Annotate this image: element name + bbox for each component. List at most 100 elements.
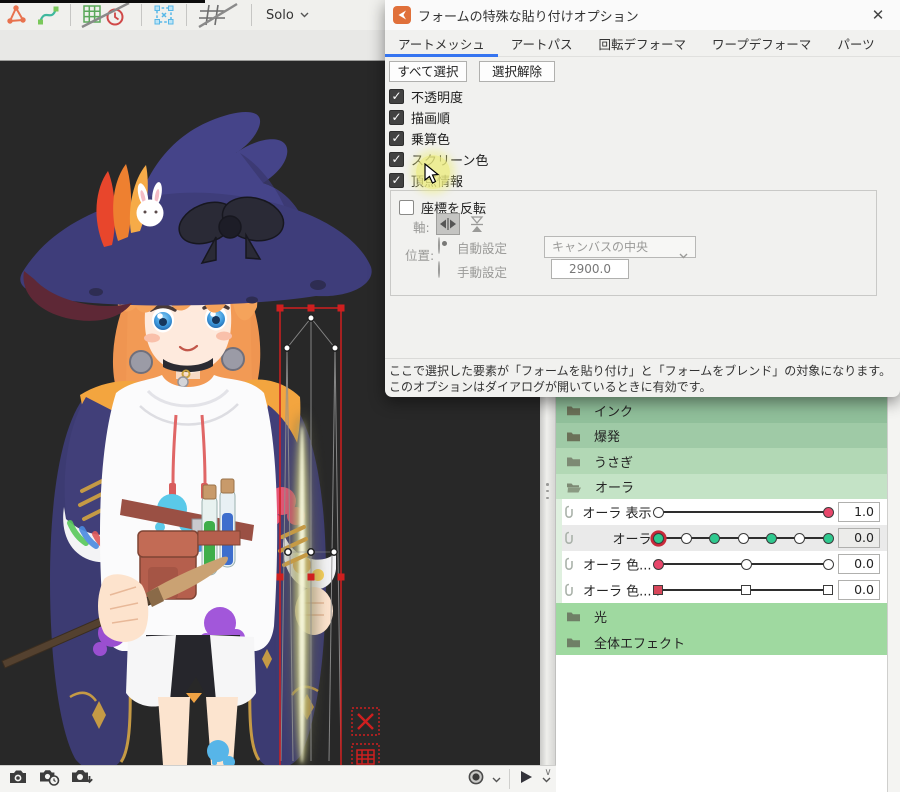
slider-knob[interactable]: [823, 533, 834, 544]
folder-open-icon: [566, 481, 582, 493]
slider-knob[interactable]: [653, 533, 664, 544]
tab-warp-deformer[interactable]: ワープデフォーマ: [699, 30, 824, 56]
param-value-input[interactable]: 0.0: [838, 554, 880, 574]
toolbar-separator: [70, 4, 71, 26]
param-row-aura-color-1[interactable]: オーラ 色... : 0.0: [556, 551, 887, 577]
slider-knob[interactable]: [766, 533, 777, 544]
radio-auto[interactable]: [438, 238, 440, 253]
record-icon[interactable]: [468, 769, 484, 789]
play-icon[interactable]: [518, 769, 534, 789]
slider-knob[interactable]: [794, 533, 805, 544]
checkbox-draw-order[interactable]: 描画順: [389, 109, 450, 126]
param-row-aura-color-2[interactable]: オーラ 色... : 0.0: [556, 577, 887, 603]
param-row-aura-visible[interactable]: オーラ 表示 : 1.0: [556, 499, 887, 525]
select-all-button[interactable]: すべて選択: [389, 61, 467, 82]
toolbar-separator: [251, 4, 252, 26]
layer-folder-explosion[interactable]: 爆発: [556, 423, 887, 448]
dialog-footer-note: ここで選択した要素が「フォームを貼り付け」と「フォームをブレンド」の対象になりま…: [385, 358, 900, 397]
camera-export-icon[interactable]: [70, 768, 94, 790]
chevron-down-icon: [679, 245, 688, 265]
slider-knob[interactable]: [653, 507, 664, 518]
keyform-link-icon: [564, 583, 574, 597]
bottom-bar-separator: [509, 769, 510, 789]
folder-icon: [566, 455, 581, 467]
close-icon[interactable]: ✕: [868, 5, 888, 25]
flip-vertical-icon[interactable]: [467, 213, 487, 235]
param-slider-aura-visible[interactable]: [658, 499, 828, 525]
folder-icon: [566, 430, 581, 442]
character: [2, 112, 372, 765]
row-stripe: [556, 499, 562, 525]
slider-knob[interactable]: [653, 585, 663, 595]
param-slider-aura-color-1[interactable]: [658, 551, 828, 577]
tab-artmesh[interactable]: アートメッシュ: [385, 30, 498, 56]
bounding-box-icon[interactable]: [148, 1, 180, 29]
solo-label: Solo: [266, 8, 294, 23]
mouse-cursor: [424, 163, 440, 189]
slider-knob[interactable]: [741, 585, 751, 595]
mesh-edit-icon[interactable]: [0, 1, 32, 29]
keyform-link-icon: [564, 505, 574, 519]
position-label: 位置:: [405, 245, 434, 264]
param-value-input[interactable]: 0.0: [838, 528, 880, 548]
layer-folder-light[interactable]: 光: [556, 603, 887, 629]
tab-rotation-deformer[interactable]: 回転デフォーマ: [586, 30, 700, 56]
param-slider-aura[interactable]: [658, 525, 828, 551]
screenshot-camera-icon[interactable]: [8, 768, 28, 790]
folder-icon: [566, 636, 581, 648]
slider-knob[interactable]: [741, 559, 752, 570]
dialog-titlebar[interactable]: フォームの特殊な貼り付けオプション ✕: [385, 0, 900, 30]
camera-timer-icon[interactable]: [38, 768, 60, 790]
param-value-input[interactable]: 0.0: [838, 580, 880, 600]
slider-knob[interactable]: [681, 533, 692, 544]
slider-knob[interactable]: [738, 533, 749, 544]
slider-knob[interactable]: [653, 559, 664, 570]
keyform-link-icon: [564, 557, 574, 571]
slider-knob[interactable]: [709, 533, 720, 544]
mesh-grid-button[interactable]: [352, 744, 379, 765]
checkbox-icon[interactable]: [389, 152, 404, 167]
radio-manual[interactable]: [438, 262, 440, 277]
delete-mesh-button[interactable]: [352, 708, 379, 735]
grid-disabled-icon[interactable]: [193, 1, 245, 29]
application-window: Solo: [0, 0, 900, 792]
panel-splitter[interactable]: [540, 397, 556, 765]
chevron-down-icon[interactable]: ∨: [541, 766, 555, 780]
row-stripe: [556, 525, 562, 551]
chevron-down-icon[interactable]: [492, 772, 501, 787]
param-row-aura[interactable]: オーラ : 0.0: [556, 525, 887, 551]
checkbox-opacity[interactable]: 不透明度: [389, 88, 463, 105]
chevron-down-icon: [300, 12, 309, 18]
tab-parts[interactable]: パーツ: [824, 30, 887, 56]
slider-knob[interactable]: [823, 585, 833, 595]
layer-folder-whole-effect[interactable]: 全体エフェクト: [556, 629, 887, 655]
param-slider-aura-color-2[interactable]: [658, 577, 828, 603]
manual-position-input[interactable]: 2900.0: [551, 259, 629, 279]
solo-dropdown[interactable]: Solo: [258, 8, 317, 23]
layer-folder-rabbit[interactable]: うさぎ: [556, 448, 887, 474]
onion-skin-disabled-icon[interactable]: [77, 1, 135, 29]
folder-icon: [566, 610, 581, 622]
row-stripe: [556, 577, 562, 603]
canvas-center-dropdown[interactable]: キャンバスの中央: [544, 236, 696, 258]
checkbox-multiply-color[interactable]: 乗算色: [389, 130, 450, 147]
checkbox-icon[interactable]: [389, 131, 404, 146]
param-value-input[interactable]: 1.0: [838, 502, 880, 522]
toolbar-separator: [141, 4, 142, 26]
checkbox-icon[interactable]: [399, 200, 414, 215]
flip-coordinates-group: 座標を反転 軸: 位置: 自動設定 キャンバスの中央 手動設定 2900.0: [390, 190, 877, 296]
splitter-grip[interactable]: [546, 483, 549, 499]
radio-auto-label: 自動設定: [457, 238, 507, 257]
slider-knob[interactable]: [823, 559, 834, 570]
panel-scrollbar[interactable]: [887, 397, 900, 792]
layer-folder-aura[interactable]: オーラ: [556, 474, 887, 499]
curve-edit-icon[interactable]: [32, 1, 64, 29]
slider-knob[interactable]: [823, 507, 834, 518]
flip-horizontal-icon[interactable]: [436, 213, 460, 235]
tab-artpath[interactable]: アートパス: [498, 30, 586, 56]
layer-folder-ink[interactable]: インク: [556, 397, 887, 423]
checkbox-icon[interactable]: [389, 173, 404, 188]
checkbox-icon[interactable]: [389, 110, 404, 125]
deselect-button[interactable]: 選択解除: [479, 61, 555, 82]
checkbox-icon[interactable]: [389, 89, 404, 104]
